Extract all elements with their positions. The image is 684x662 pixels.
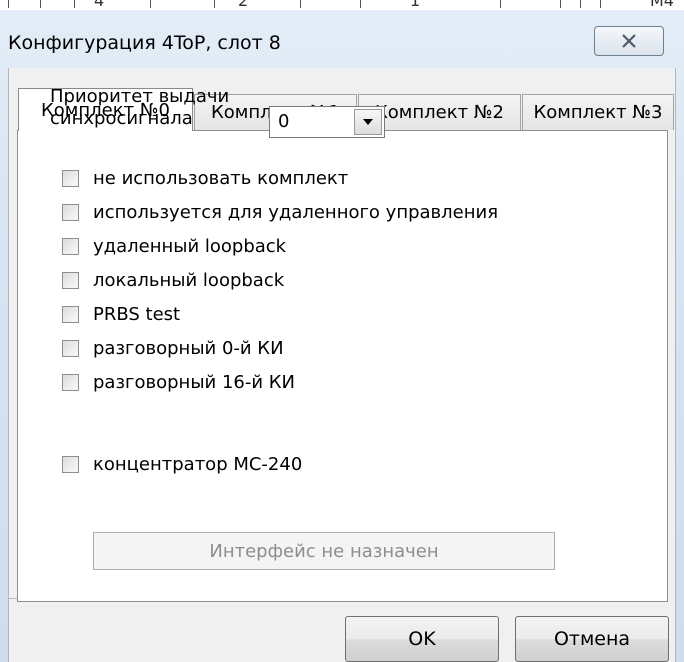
background-digit: 4 <box>94 0 105 10</box>
dialog-client-area: Комплект №0 Комплект №1 Комплект №2 Комп… <box>8 68 676 662</box>
cancel-button[interactable]: Отмена <box>515 616 669 662</box>
ok-button[interactable]: OK <box>345 616 499 662</box>
tab-komplekt-2[interactable]: Комплект №2 <box>358 94 521 130</box>
background-digit: 2 <box>238 0 249 10</box>
tab-label: Комплект №2 <box>375 102 504 123</box>
tab-panel <box>17 130 668 602</box>
tab-komplekt-0[interactable]: Комплект №0 <box>18 88 193 131</box>
tab-label: Комплект №1 <box>211 102 340 123</box>
close-button[interactable] <box>594 26 664 56</box>
tab-komplekt-3[interactable]: Комплект №3 <box>522 94 674 130</box>
tab-komplekt-1[interactable]: Комплект №1 <box>194 94 357 130</box>
tab-label: Комплект №3 <box>533 102 663 123</box>
background-digit: M4 <box>650 0 674 10</box>
background-window-strip: 4 2 1 M4 <box>0 0 684 10</box>
config-dialog: Конфигурация 4ToP, слот 8 Комплект №0 Ко… <box>0 10 684 662</box>
close-x-icon <box>622 34 636 48</box>
tab-label: Комплект №0 <box>41 99 170 121</box>
background-digit: 1 <box>410 0 421 10</box>
window-title: Конфигурация 4ToP, слот 8 <box>8 32 281 54</box>
